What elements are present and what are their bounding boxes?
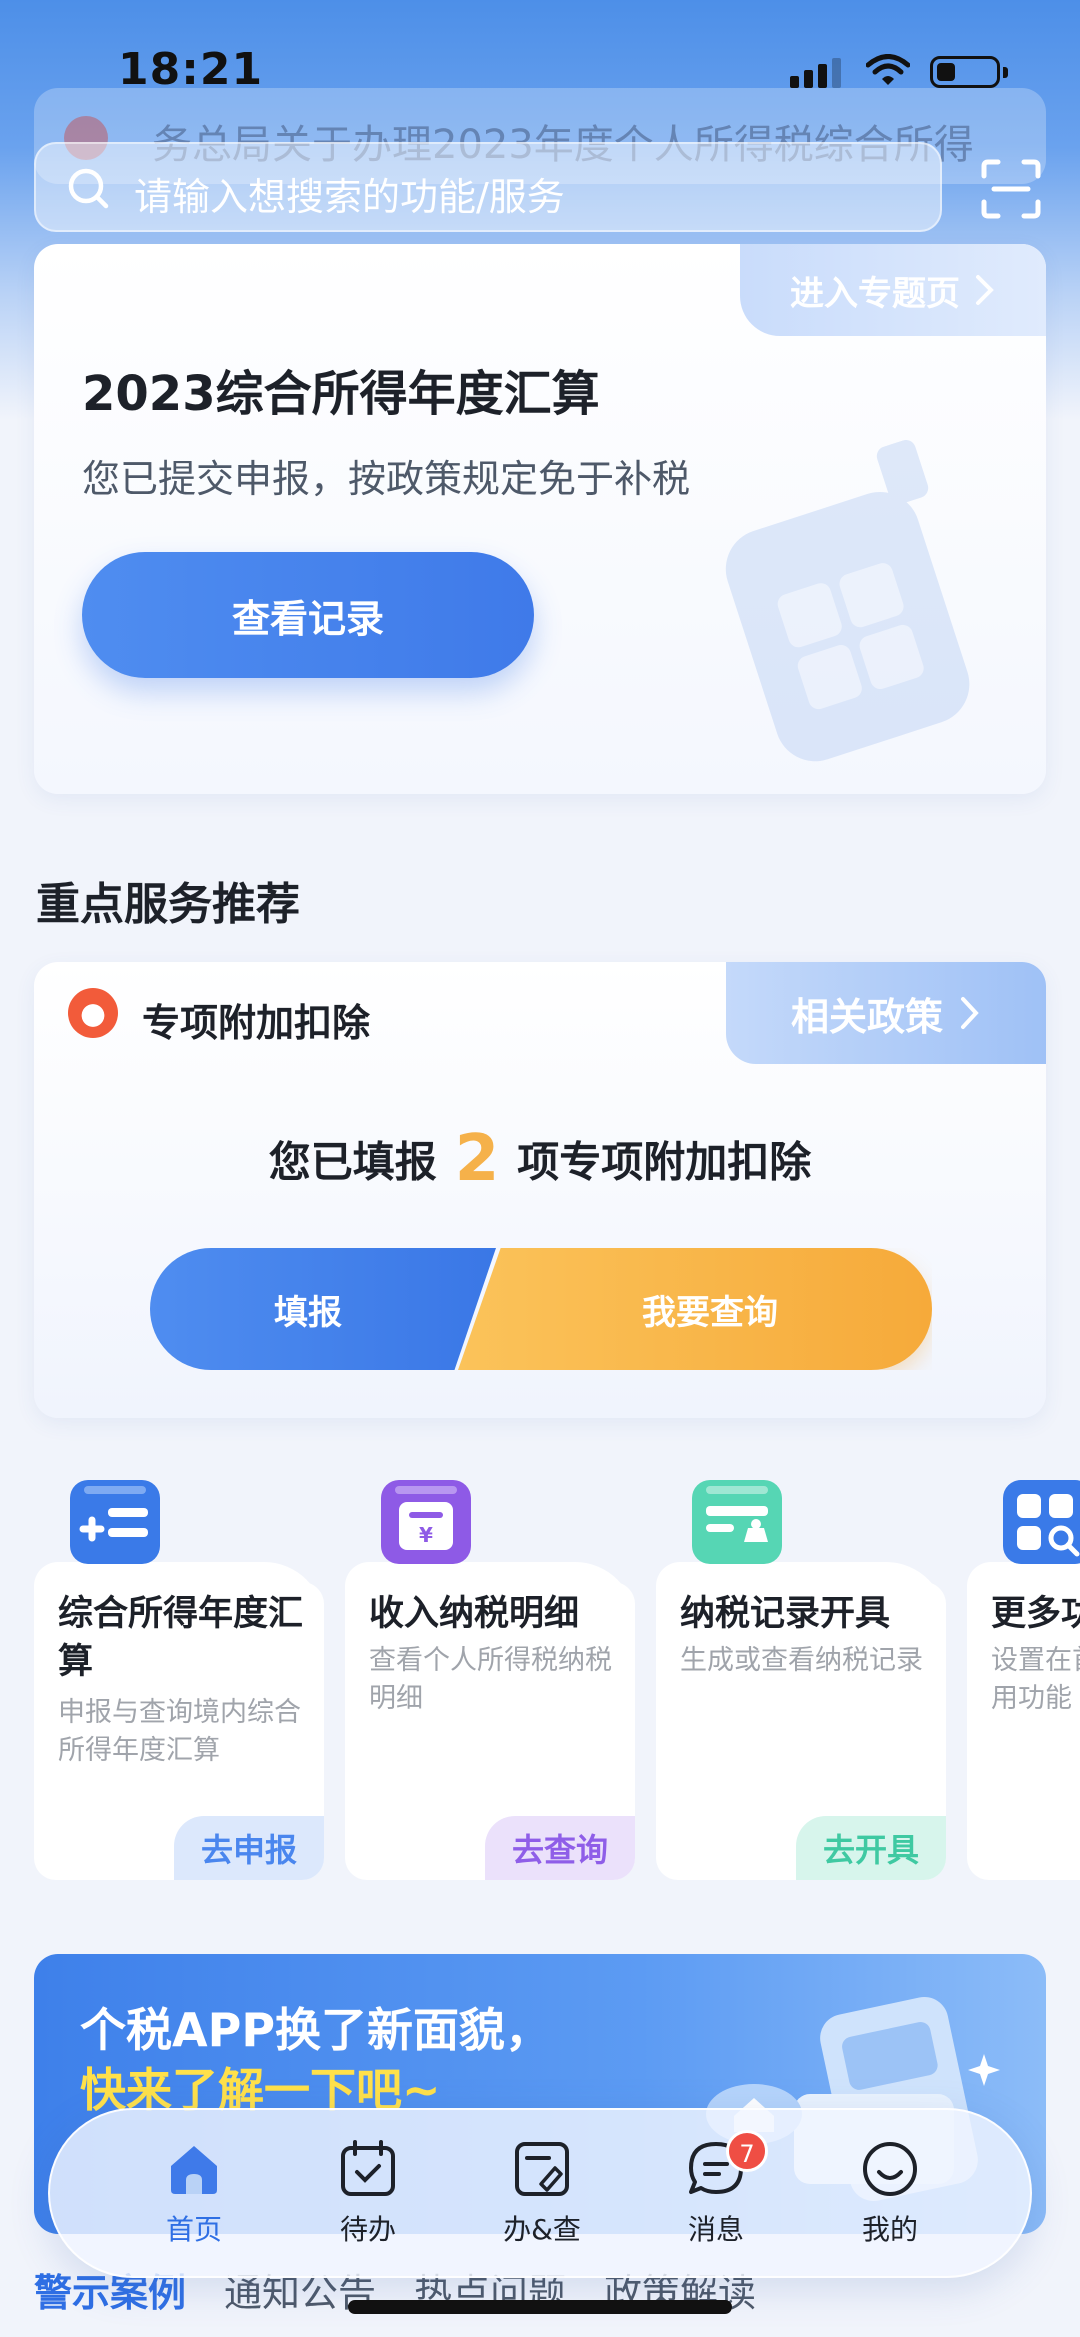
nav-label: 消息: [687, 2213, 744, 2246]
home-indicator: [348, 2300, 732, 2314]
home-icon: [171, 2146, 217, 2194]
tile-desc: 生成或查看纳税记录: [680, 1645, 923, 1676]
tile-action-label: 去开具: [822, 1831, 919, 1869]
nav-mine[interactable]: 我的: [820, 2138, 960, 2258]
bottom-navigation: 首页 待办 办&查 消息 7 我的: [48, 2108, 1032, 2278]
nav-handle-query[interactable]: 办&查: [472, 2138, 612, 2258]
annual-return-icon: [70, 1480, 160, 1564]
wifi-icon: [866, 54, 910, 85]
tile-desc: 查看个人所得税纳税明细: [369, 1645, 612, 1714]
calculator-illustration-icon: [725, 439, 970, 762]
service-tiles: 综合所得年度汇算 申报与查询境内综合所得年度汇算 去申报 ¥ 收入纳税明细 查看…: [34, 1472, 1080, 1882]
nav-label: 首页: [165, 2213, 222, 2246]
tile-title: 更多功能: [991, 1594, 1080, 1634]
nav-label: 我的: [861, 2213, 918, 2246]
tile-income-tax-detail[interactable]: ¥ 收入纳税明细 查看个人所得税纳税明细 去查询: [345, 1472, 635, 1880]
fill-report-button[interactable]: 填报: [150, 1248, 496, 1370]
search-icon: [68, 168, 109, 209]
related-policy-link[interactable]: 相关政策: [726, 962, 1046, 1064]
deduction-title: 专项附加扣除: [142, 1001, 371, 1045]
policy-link-label: 相关政策: [790, 994, 943, 1039]
flame-logo-icon: [68, 988, 118, 1038]
topic-page-link[interactable]: 进入专题页: [740, 244, 1046, 336]
tax-record-icon: [692, 1480, 782, 1564]
deduction-count: 2: [454, 1122, 500, 1196]
query-button[interactable]: 我要查询: [458, 1248, 932, 1370]
nav-todo[interactable]: 待办: [298, 2138, 438, 2258]
fill-report-label: 填报: [274, 1292, 342, 1333]
svg-text:¥: ¥: [419, 1523, 433, 1547]
more-apps-icon: [1003, 1480, 1080, 1564]
tile-title: 收入纳税明细: [369, 1594, 580, 1634]
cellular-signal-icon: [790, 58, 841, 88]
tile-title: 纳税记录开具: [680, 1594, 891, 1634]
query-label: 我要查询: [642, 1292, 778, 1333]
todo-calendar-icon: [341, 2140, 395, 2196]
search-placeholder: 请输入想搜索的功能/服务: [134, 175, 565, 219]
nav-label: 待办: [339, 2213, 396, 2246]
nav-messages[interactable]: 消息 7: [646, 2130, 786, 2258]
tile-action-label: 去查询: [511, 1831, 608, 1869]
message-badge: 7: [726, 2130, 768, 2172]
section-title: 重点服务推荐: [36, 879, 300, 930]
topic-link-label: 进入专题页: [790, 273, 960, 314]
tile-more-functions[interactable]: 更多功能 设置在首页展示的常用功能: [967, 1472, 1080, 1880]
tile-desc: 申报与查询境内综合所得年度汇算: [58, 1697, 301, 1766]
nav-home[interactable]: 首页: [124, 2138, 264, 2258]
battery-icon: [930, 56, 1008, 88]
chevron-right-icon: [961, 997, 979, 1029]
scan-icon[interactable]: [980, 158, 1042, 220]
nav-label: 办&查: [503, 2213, 581, 2246]
handle-query-icon: [515, 2142, 569, 2196]
tile-tax-record[interactable]: 纳税记录开具 生成或查看纳税记录 去开具: [656, 1472, 946, 1880]
deduction-count-suffix: 项专项附加扣除: [517, 1137, 812, 1187]
chevron-right-icon: [976, 275, 994, 305]
annual-settlement-card: 进入专题页 2023综合所得年度汇算 您已提交申报，按政策规定免于补税 查看记录: [34, 244, 1046, 794]
view-record-button[interactable]: 查看记录: [82, 552, 534, 678]
tile-annual-settlement[interactable]: 综合所得年度汇算 申报与查询境内综合所得年度汇算 去申报: [34, 1472, 324, 1880]
profile-smile-icon: [863, 2142, 917, 2196]
go-declare-button[interactable]: 去申报: [174, 1816, 324, 1880]
search-bar[interactable]: 请输入想搜索的功能/服务: [34, 142, 942, 232]
annual-title: 2023综合所得年度汇算: [82, 366, 600, 422]
go-query-button[interactable]: 去查询: [485, 1816, 635, 1880]
special-deduction-card: 专项附加扣除 相关政策 您已填报 2 项专项附加扣除 填报 我要查询: [34, 962, 1046, 1418]
go-issue-button[interactable]: 去开具: [796, 1816, 946, 1880]
annual-subtitle: 您已提交申报，按政策规定免于补税: [82, 457, 691, 501]
tile-action-label: 去申报: [200, 1831, 297, 1869]
deduction-count-row: 您已填报 2 项专项附加扣除: [34, 1122, 1046, 1196]
view-record-label: 查看记录: [231, 596, 384, 641]
tile-desc: 设置在首页展示的常用功能: [991, 1645, 1080, 1714]
income-detail-icon: ¥: [381, 1480, 471, 1564]
banner-line1: 个税APP换了新面貌，: [80, 2003, 552, 2057]
tile-title: 综合所得年度汇算: [58, 1594, 304, 1682]
deduction-count-prefix: 您已填报: [268, 1137, 437, 1187]
